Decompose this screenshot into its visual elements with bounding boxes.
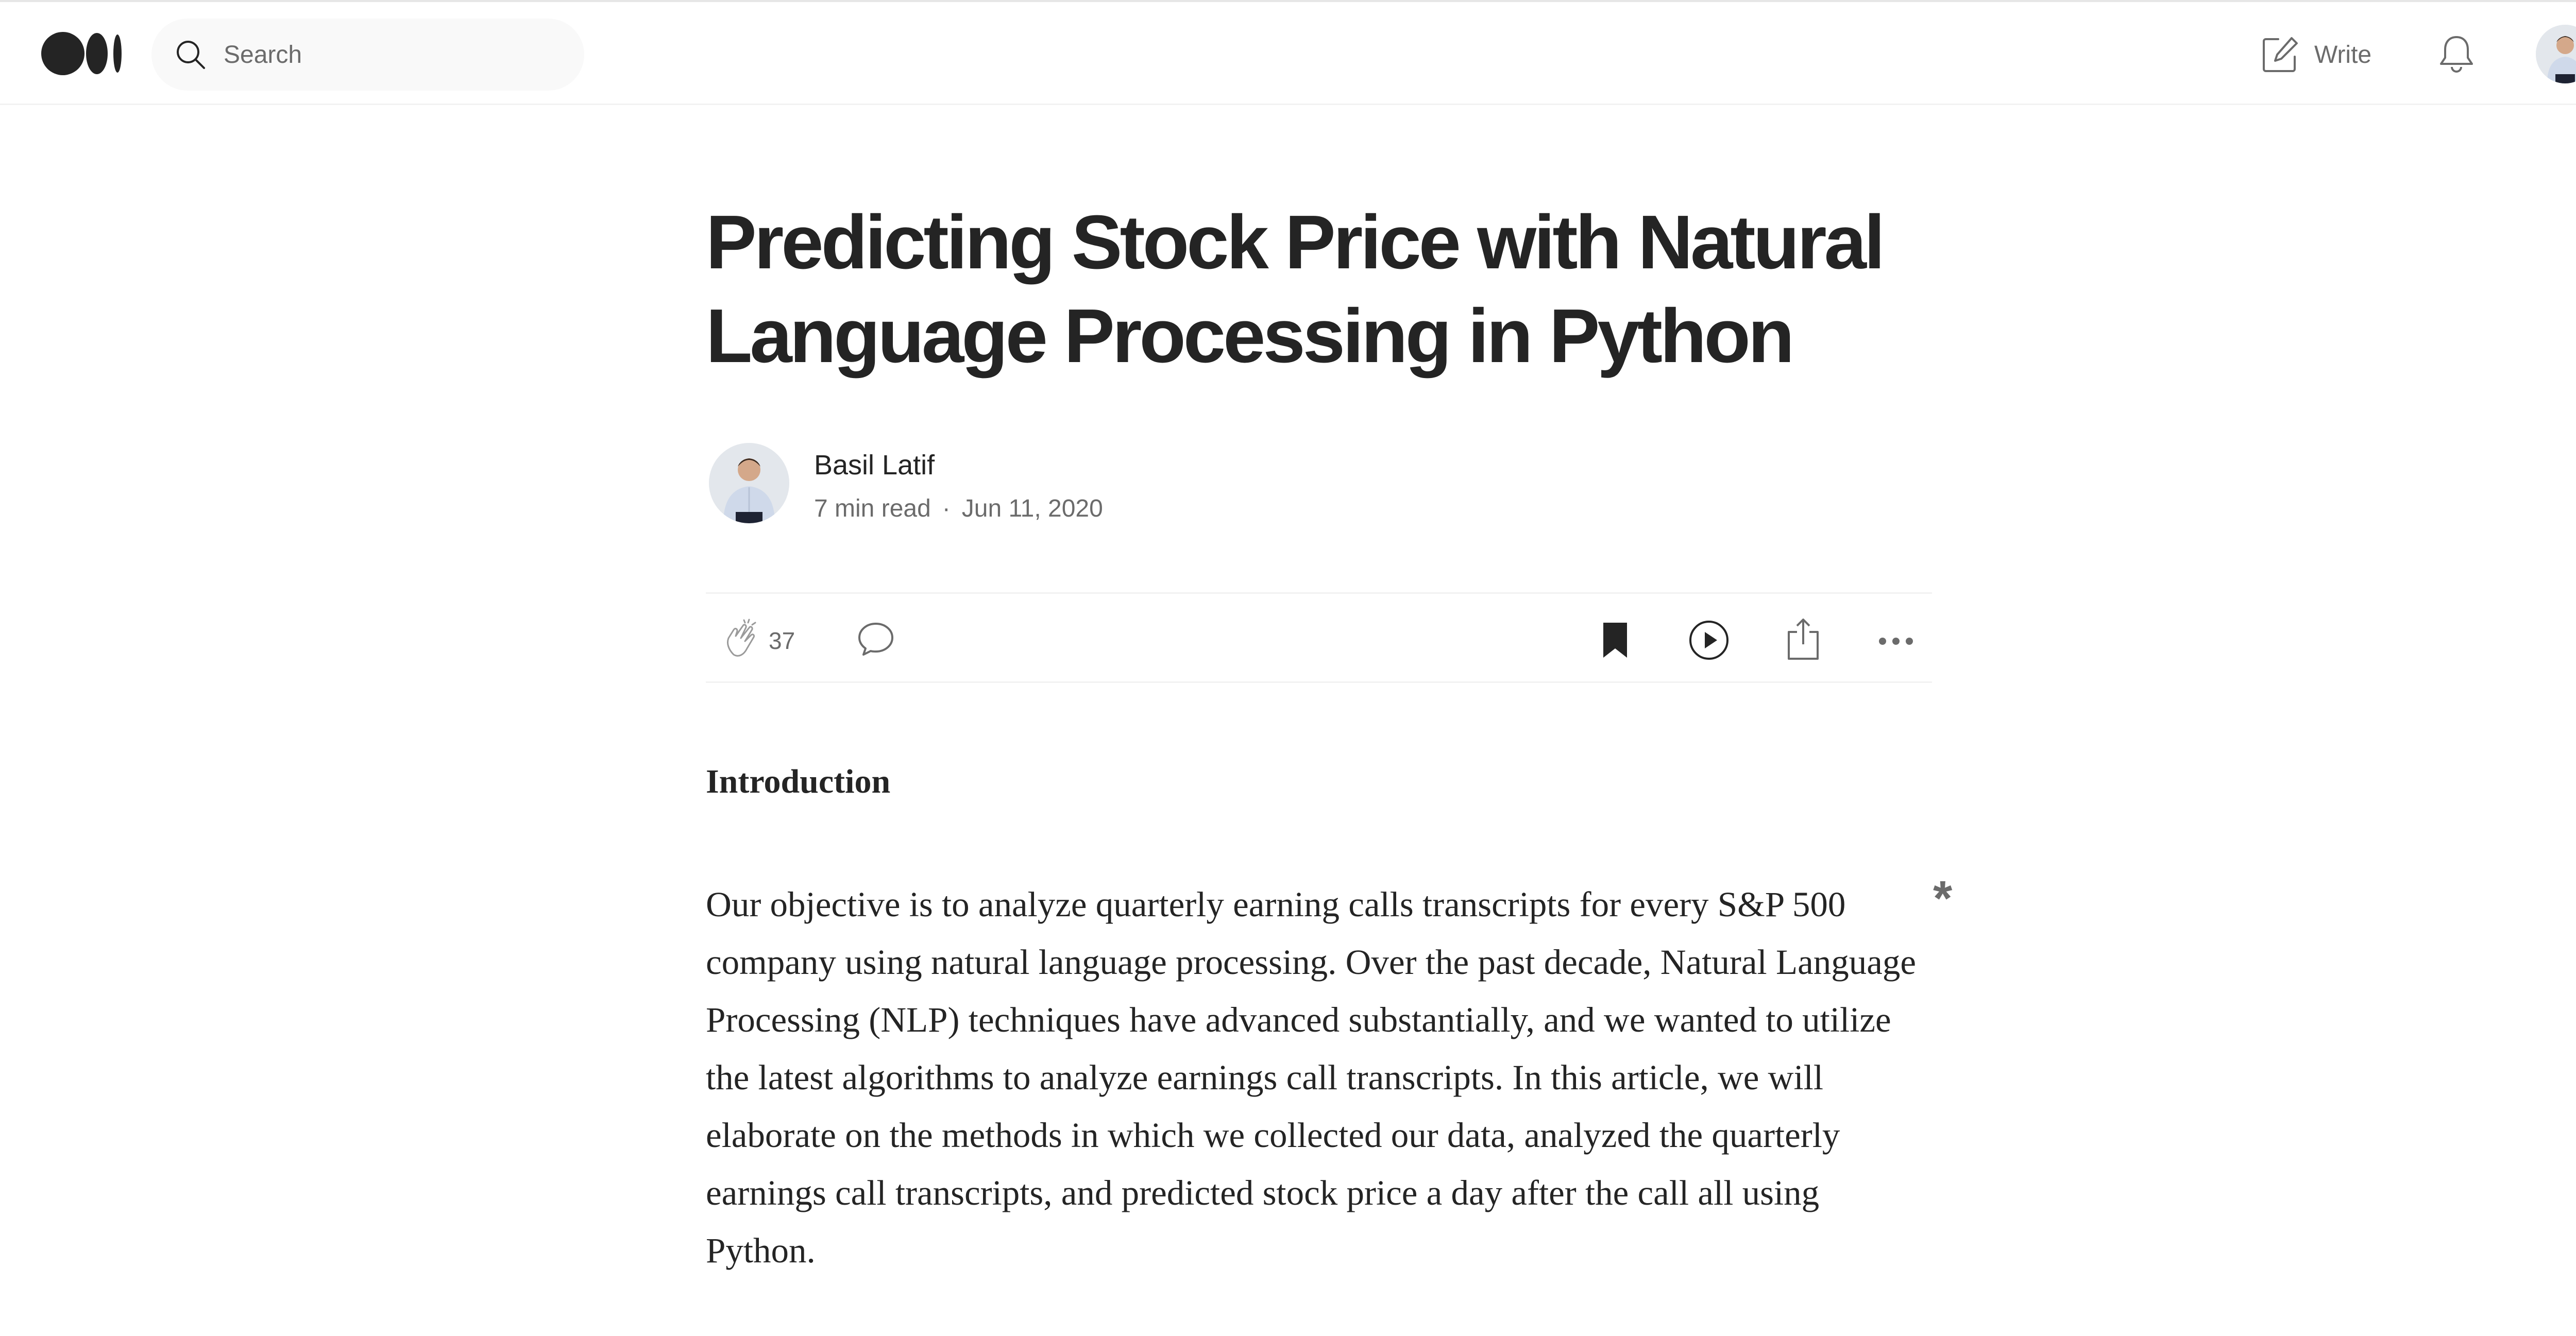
write-icon [2263, 37, 2298, 72]
article-action-bar: 37 [706, 592, 1932, 683]
comment-icon[interactable] [855, 619, 896, 660]
more-icon[interactable] [1875, 621, 1917, 662]
write-button[interactable]: Write [2261, 33, 2384, 76]
bookmark-icon[interactable] [1597, 621, 1633, 660]
search-box[interactable] [151, 19, 584, 91]
read-time: 7 min read [814, 495, 931, 522]
medium-logo[interactable] [41, 30, 124, 77]
section-heading: Introduction [706, 763, 891, 800]
margin-asterisk[interactable]: * [1933, 870, 1952, 927]
bell-icon[interactable] [2436, 33, 2477, 74]
author-avatar[interactable] [709, 443, 789, 523]
clap-count[interactable]: 37 [769, 627, 795, 655]
play-icon[interactable] [1687, 619, 1731, 662]
article-meta: 7 min read · Jun 11, 2020 [814, 494, 1103, 523]
user-avatar[interactable] [2536, 25, 2576, 83]
search-icon [177, 41, 205, 69]
article: Predicting Stock Price with Natural Lang… [706, 0, 1932, 1336]
share-icon[interactable] [1783, 616, 1824, 662]
publish-date: Jun 11, 2020 [961, 495, 1103, 522]
meta-separator: · [942, 495, 951, 522]
article-title: Predicting Stock Price with Natural Lang… [706, 200, 1885, 379]
person-icon [709, 443, 789, 523]
search-input[interactable] [224, 34, 564, 75]
body-paragraph: Our objective is to analyze quarterly ea… [706, 885, 1916, 1270]
author-name[interactable]: Basil Latif [814, 449, 935, 481]
person-icon [2536, 25, 2576, 83]
write-label: Write [2314, 41, 2372, 68]
clap-icon[interactable] [721, 619, 765, 662]
